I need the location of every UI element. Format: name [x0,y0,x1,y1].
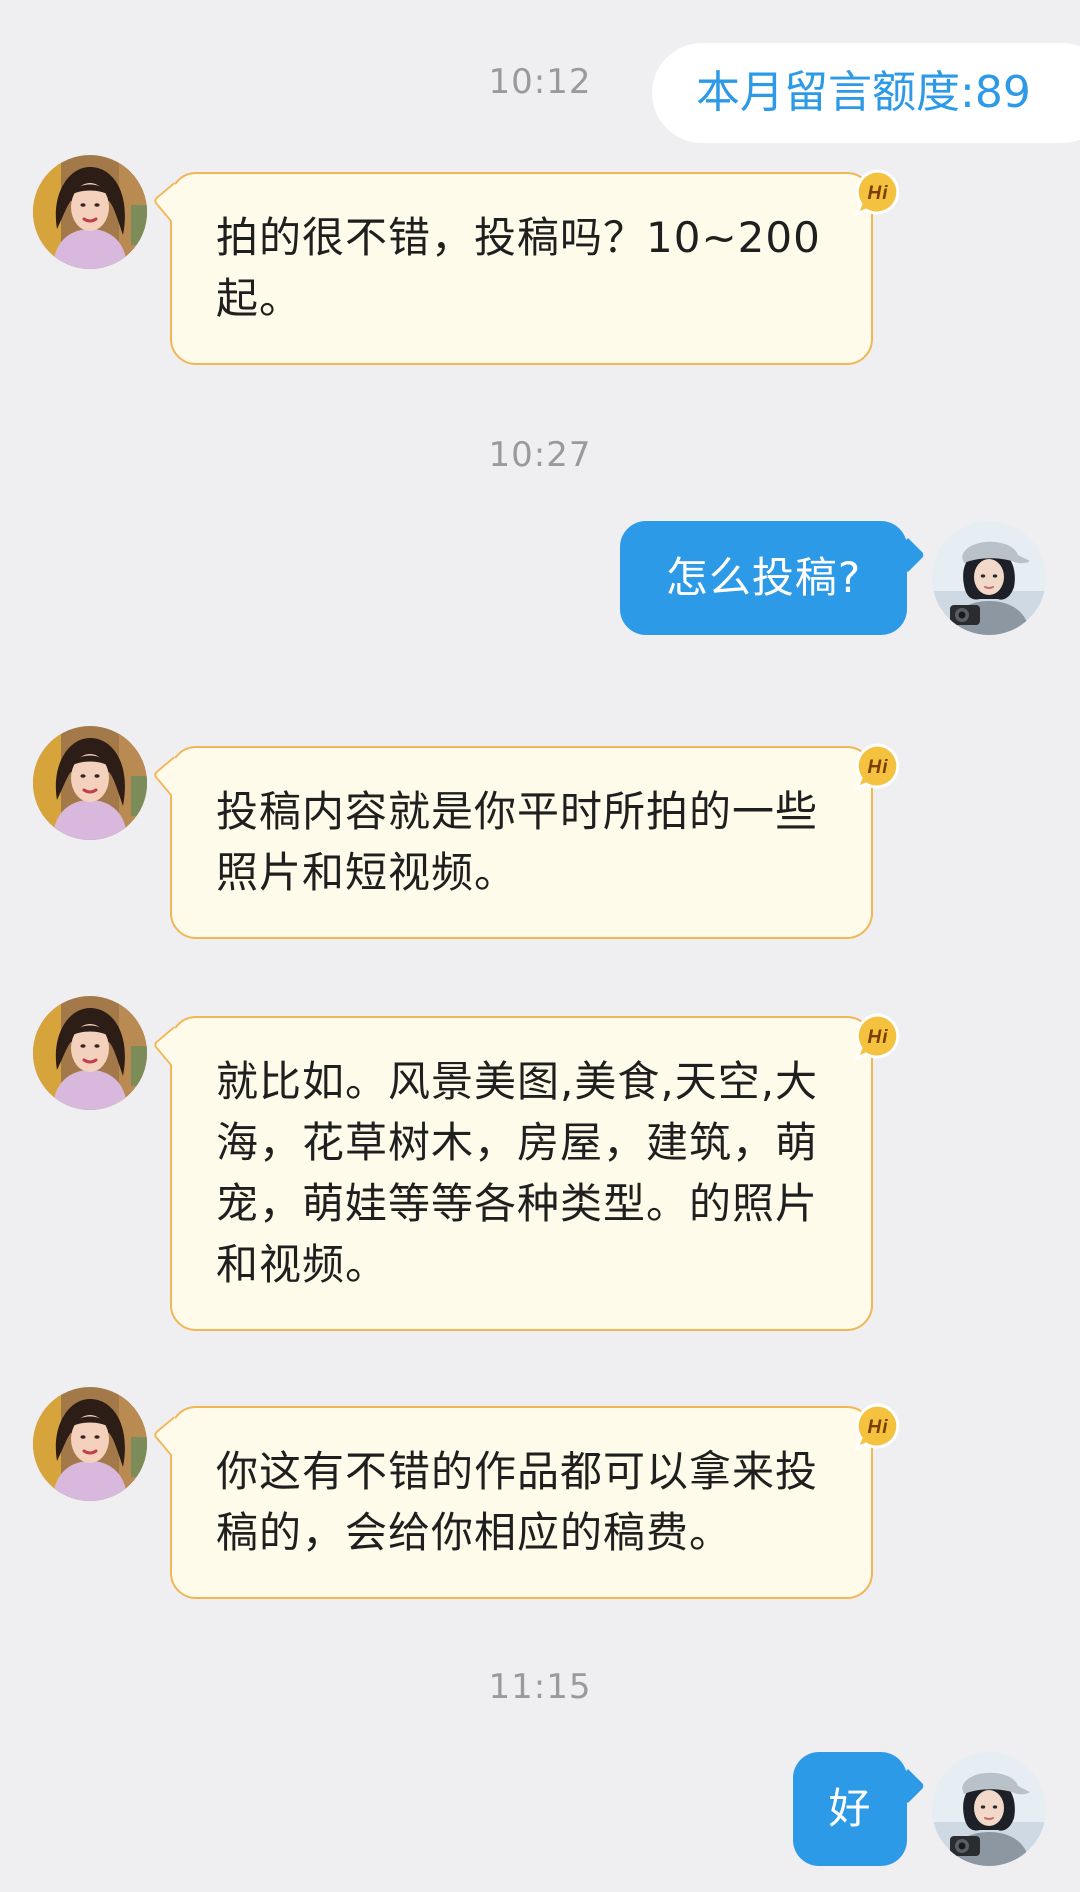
message-text: 怎么投稿? [665,553,862,602]
hi-badge-text: Hi [868,757,889,778]
incoming-message-bubble[interactable]: 投稿内容就是你平时所拍的一些照片和短视频。 Hi [152,743,900,939]
hi-badge-text: Hi [868,1417,889,1438]
sender-avatar[interactable] [33,726,147,840]
bubble-tail [152,1026,192,1066]
incoming-message-bubble[interactable]: 就比如。风景美图,美食,天空,大海，花草树木，房屋，建筑，萌宠，萌娃等等各种类型… [152,1013,900,1331]
message-text: 好 [828,1784,872,1833]
hi-greeting-icon: Hi [854,1403,900,1451]
hi-greeting-icon: Hi [854,1013,900,1061]
bubble-tail [152,1416,192,1456]
bubble-tail [152,756,192,796]
message-text: 拍的很不错，投稿吗？10~200起。 [216,213,821,323]
hi-greeting-icon: Hi [854,169,900,217]
message-text: 你这有不错的作品都可以拿来投稿的，会给你相应的稿费。 [216,1447,819,1557]
bubble-tail [891,538,925,572]
hi-greeting-icon: Hi [854,743,900,791]
sender-avatar[interactable] [33,155,147,269]
message-text: 投稿内容就是你平时所拍的一些照片和短视频。 [216,787,819,897]
my-avatar[interactable] [932,521,1046,635]
timestamp: 11:15 [488,1667,592,1707]
hi-badge-text: Hi [868,183,889,204]
sender-avatar[interactable] [33,1387,147,1501]
sender-avatar[interactable] [33,996,147,1110]
hi-badge-text: Hi [868,1027,889,1048]
bubble-tail [891,1769,925,1803]
message-text: 就比如。风景美图,美食,天空,大海，花草树木，房屋，建筑，萌宠，萌娃等等各种类型… [216,1057,819,1289]
my-avatar[interactable] [932,1752,1046,1866]
outgoing-message-bubble[interactable]: 好 [793,1752,925,1866]
outgoing-message-bubble[interactable]: 怎么投稿? [620,521,925,635]
bubble-tail [152,182,192,222]
incoming-message-bubble[interactable]: 你这有不错的作品都可以拿来投稿的，会给你相应的稿费。 Hi [152,1403,900,1599]
message-quota-badge: 本月留言额度:89 [652,43,1080,143]
incoming-message-bubble[interactable]: 拍的很不错，投稿吗？10~200起。 Hi [152,169,900,365]
timestamp: 10:27 [488,435,592,475]
